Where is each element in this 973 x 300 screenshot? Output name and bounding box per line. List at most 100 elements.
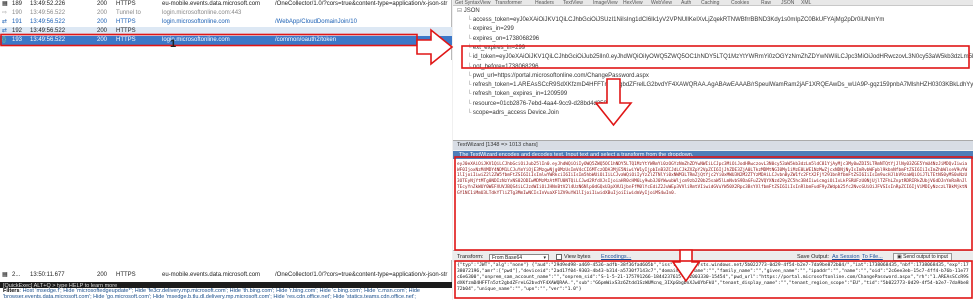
json-entry-text: expires_in=299 [472, 26, 514, 33]
textwizard-toolbar: Transform: From Base64 ▾ View bytes Encod… [453, 252, 973, 262]
session-row[interactable]: ⇄ 192 13:49:56.522 200 HTTPS [0, 27, 452, 36]
session-protocol: HTTPS [116, 37, 136, 43]
session-time: 13:49:56.522 [30, 28, 66, 34]
filter-item: Hide 'res.cdn.office.net' [273, 294, 331, 300]
json-root-label: JSON [463, 8, 480, 14]
json-tree-view: ⊟ JSON └ access_token=eyJ0eXAiOiJKV1QiLC… [453, 7, 973, 140]
tab-cookies[interactable]: Cookies [731, 0, 749, 6]
json-entry-text: ext_expires_in=299 [472, 44, 526, 51]
session-time: 13:50:11.677 [30, 272, 65, 278]
session-url: /WebApp/CloudDomainJoin/10 [275, 19, 357, 25]
textwizard-title: TextWizard [1348 => 1013 chars] [453, 141, 973, 150]
session-url: /common/oauth2/token [275, 37, 337, 43]
tab-webview[interactable]: WebView [651, 0, 672, 6]
session-row[interactable]: ⇨ 190 13:49:56.522 200 Tunnel to login.m… [0, 9, 452, 18]
view-bytes-label: View bytes [564, 254, 591, 260]
tab-get-syntaxview[interactable]: Get SyntaxView [455, 0, 490, 6]
json-entry[interactable]: └ expires_on=1738068296 [467, 35, 539, 43]
image-icon: ▦ [2, 272, 8, 278]
session-row[interactable]: ⇄ 191 13:49:56.522 200 HTTPS login.micro… [0, 18, 452, 27]
session-list-empty-area [0, 60, 452, 260]
as-session-link[interactable]: As Session [832, 252, 860, 262]
tab-imageview[interactable]: ImageView [593, 0, 618, 6]
session-protocol: HTTPS [116, 1, 136, 7]
response-tabs: Get SyntaxView Transformer Headers TextView… [453, 0, 973, 6]
session-num: 2... [12, 272, 21, 278]
filter-item: Hide 'go.microsoft.com' [93, 294, 150, 300]
session-time: 13:49:56.522 [30, 19, 66, 25]
session-row[interactable]: ▦ 189 13:49:52.226 200 HTTPS eu-mobile.e… [0, 0, 452, 9]
json-entry-text: id_token=eyJ0eXAiOiJKV1QiLCJhbGciOiJub25… [472, 54, 973, 61]
tab-json[interactable]: JSON [781, 0, 794, 6]
encodings-link[interactable]: Encodings... [601, 252, 631, 262]
session-host: eu-mobile.events.data.microsoft.com [162, 1, 261, 7]
json-entry[interactable]: └ refresh_token=1.AREAsSCcR9SdXKfzmD4HFF… [467, 81, 973, 89]
textwizard-input[interactable]: eyJ0eXAiOiJKV1QiLCJhbGciOiJub25lIn0.eyJh… [453, 159, 973, 251]
json-entry-text: refresh_token=1.AREAsSCcR9SdXKfzmD4HFFTn… [472, 82, 973, 89]
transform-select-value: From Base64 [492, 255, 523, 261]
session-time: 13:49:52.226 [30, 1, 66, 7]
json-root[interactable]: ⊟ JSON [457, 7, 480, 15]
save-output-label: Save Output: [797, 254, 830, 260]
tab-caching[interactable]: Caching [701, 0, 719, 6]
json-entry-text: scope=adrs_access Device.Join [472, 110, 559, 116]
view-bytes-checkbox[interactable] [556, 254, 562, 260]
json-entry[interactable]: └ not_before=1738068296 [467, 63, 539, 71]
arrows-icon: ⇄ [2, 19, 8, 25]
session-protocol: HTTPS [116, 28, 136, 34]
filter-items: Host 'msedge.f'; Hide 'microsoftedgeupda… [3, 288, 420, 300]
session-num: 193 [12, 37, 23, 43]
tab-textview[interactable]: TextView [563, 0, 583, 6]
json-entry-text: pwd_url=https://portal.microsoftonline.c… [472, 72, 649, 79]
textwizard-description: The TextWizard encodes and decodes text.… [453, 151, 973, 159]
send-output-to-input-button[interactable]: ▣ Send output to input [893, 253, 952, 261]
session-num: 190 [12, 10, 23, 16]
textwizard-output[interactable]: {"typ":"JWT","alg":"none"} {"aud":"29d9e… [453, 262, 973, 300]
json-icon: {} [2, 37, 7, 43]
json-entry-text: expires_on=1738068296 [472, 35, 540, 42]
session-host: login.microsoftonline.com:443 [162, 10, 242, 16]
session-result: 200 [97, 19, 108, 25]
transform-select[interactable]: From Base64 ▾ [489, 254, 549, 261]
json-entry[interactable]: └ resource=01cb2876-7ebd-4aa4-9cc9-d28bd… [467, 100, 614, 108]
session-host: login.microsoftonline.com [162, 19, 230, 25]
tab-transformer[interactable]: Transformer [495, 0, 522, 6]
filter-item: Hide 'msedge.b.tlu.dl.delivery.mp.micros… [153, 294, 271, 300]
session-result: 200 [97, 1, 108, 7]
arrows-icon: ⇄ [2, 28, 8, 34]
collapse-icon[interactable]: ⊟ [457, 8, 462, 14]
session-result: 200 [97, 37, 108, 43]
session-protocol: HTTPS [116, 19, 136, 25]
json-entry[interactable]: └ ext_expires_in=299 [467, 44, 525, 52]
tab-hexview[interactable]: HexView [623, 0, 643, 6]
session-row-selected[interactable]: {} 193 13:49:56.522 200 HTTPS login.micr… [0, 36, 452, 45]
session-protocol: Tunnel to [116, 10, 141, 16]
json-entry[interactable]: └ refresh_token_expires_in=1209599 [467, 90, 567, 98]
to-file-link[interactable]: To File... [862, 252, 883, 262]
session-host: eu-mobile.events.data.microsoft.com [162, 272, 261, 278]
json-entry[interactable]: └ id_token=eyJ0eXAiOiJKV1QiLCJhbGciOiJub… [467, 53, 973, 61]
tab-xml[interactable]: XML [801, 0, 811, 6]
transform-label: Transform: [457, 254, 484, 260]
json-entry[interactable]: └ pwd_url=https://portal.microsoftonline… [467, 72, 649, 80]
json-entry-text: resource=01cb2876-7ebd-4aa4-9cc9-d28bd4d… [472, 100, 614, 107]
tab-raw[interactable]: Raw [761, 0, 771, 6]
session-list: ▦ 189 13:49:52.226 200 HTTPS eu-mobile.e… [0, 0, 452, 300]
inspector-pane: Get SyntaxView Transformer Headers TextView… [453, 0, 973, 300]
filter-item: Hide 'statics.teams.cdn.office.net' [333, 294, 415, 300]
json-entry[interactable]: └ scope=adrs_access Device.Join [467, 109, 559, 117]
session-protocol: HTTPS [116, 272, 136, 278]
json-entry[interactable]: └ expires_in=299 [467, 25, 514, 33]
tab-auth[interactable]: Auth [681, 0, 691, 6]
filters-bar: Filters: Host 'msedge.f'; Hide 'microsof… [0, 288, 452, 300]
json-entry-text: refresh_token_expires_in=1209599 [472, 91, 568, 98]
json-entry[interactable]: └ access_token=eyJ0eXAiOiJKV1QiLCJhbGciO… [467, 16, 884, 24]
tab-headers[interactable]: Headers [535, 0, 554, 6]
json-entry-text: not_before=1738068296 [472, 63, 539, 70]
session-row[interactable]: ▦ 2... 13:50:11.677 200 HTTPS eu-mobile.… [0, 271, 452, 280]
send-output-label: Send output to input [903, 254, 948, 260]
tunnel-arrow-icon: ⇨ [2, 10, 8, 16]
json-entry-text: access_token=eyJ0eXAiOiJKV1QiLCJhbGciOiJ… [472, 17, 885, 23]
annotation-number: 1 [170, 38, 177, 50]
session-url: /OneCollector/1.0/?cors=true&content-typ… [275, 1, 448, 7]
